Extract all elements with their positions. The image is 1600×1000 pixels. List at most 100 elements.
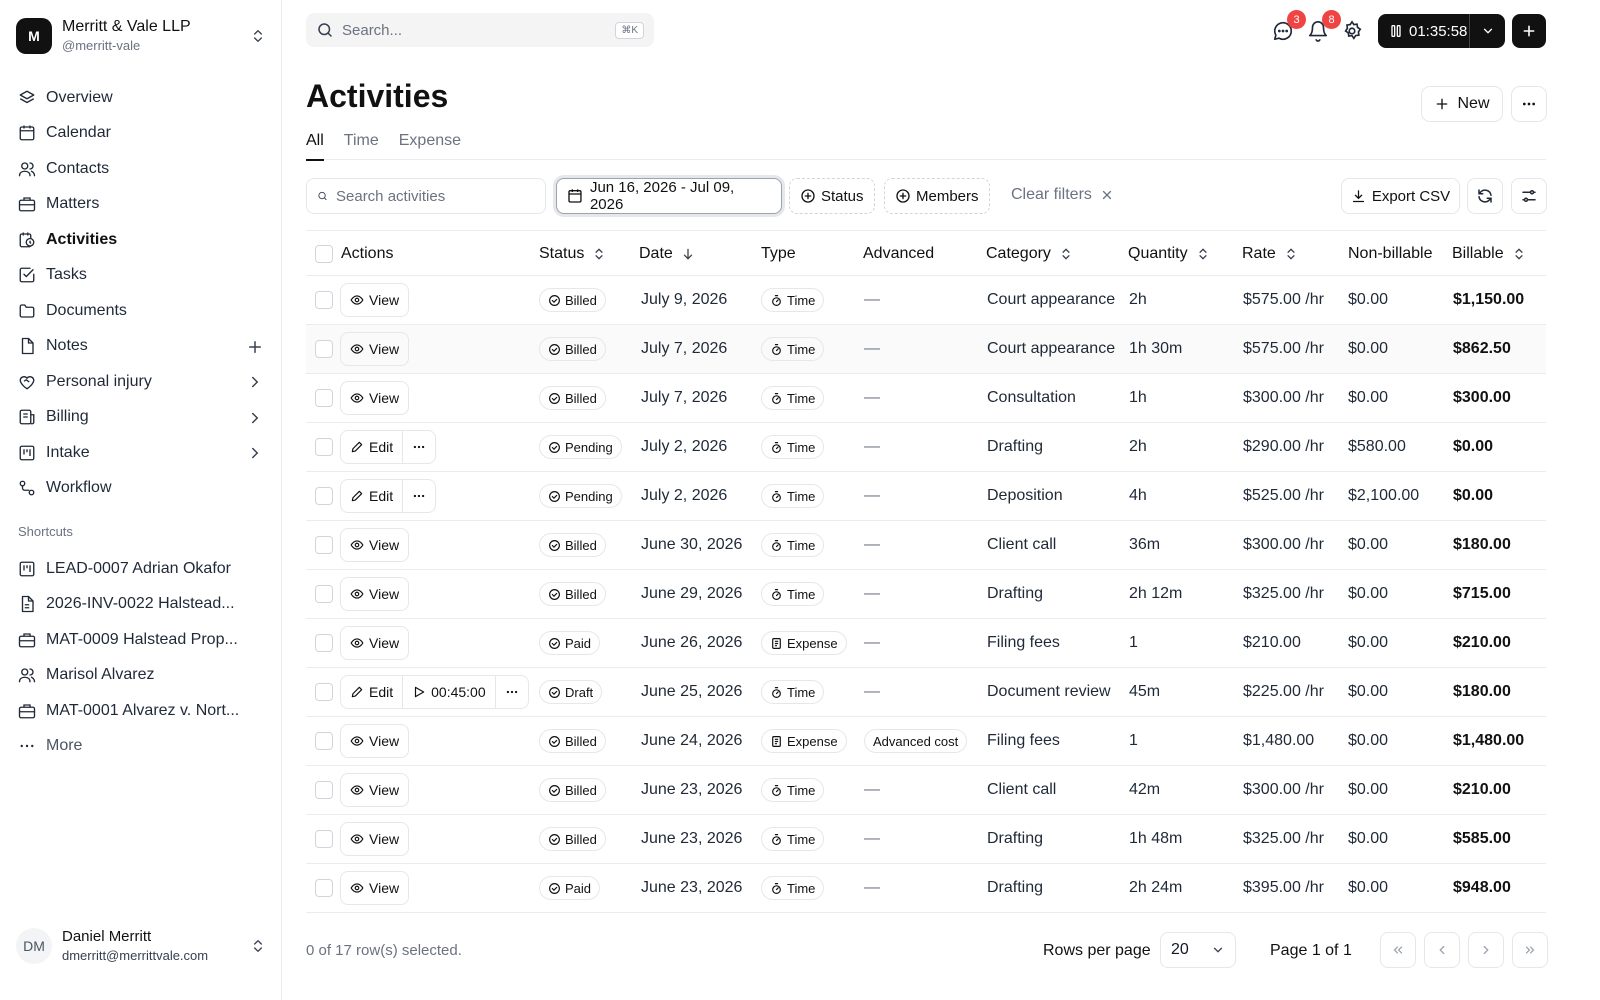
- notifications-button[interactable]: 8: [1307, 10, 1341, 42]
- date-range-filter[interactable]: Jun 16, 2026 - Jul 09, 2026: [556, 178, 782, 214]
- select-all-checkbox[interactable]: [315, 245, 333, 263]
- nav-item-personal-injury[interactable]: Personal injury: [10, 364, 272, 400]
- table-row[interactable]: View Billed June 23, 2026 Time — Drafting 1h 4…: [306, 815, 1546, 864]
- status-filter[interactable]: Status: [789, 178, 875, 214]
- row-checkbox[interactable]: [315, 291, 333, 309]
- activity-search[interactable]: [306, 178, 546, 214]
- nav-item-documents[interactable]: Documents: [10, 293, 272, 329]
- row-checkbox[interactable]: [315, 389, 333, 407]
- next-page-button[interactable]: [1468, 932, 1504, 968]
- plus-icon[interactable]: [246, 338, 264, 356]
- row-checkbox[interactable]: [315, 634, 333, 652]
- view-button[interactable]: View: [341, 381, 408, 415]
- export-csv-button[interactable]: Export CSV: [1341, 178, 1460, 214]
- col-quantity[interactable]: Quantity: [1128, 231, 1210, 277]
- shortcut-invoice[interactable]: 2026-INV-0022 Halstead...: [10, 587, 272, 623]
- table-row[interactable]: View Billed June 30, 2026 Time — Client call 3…: [306, 521, 1546, 570]
- nav-item-billing[interactable]: Billing: [10, 400, 272, 436]
- nav-item-tasks[interactable]: Tasks: [10, 258, 272, 294]
- edit-button[interactable]: Edit: [341, 479, 402, 513]
- row-more-button[interactable]: [494, 675, 528, 709]
- table-row[interactable]: Edit Pending July 2, 2026 Time — Deposition 4h…: [306, 472, 1546, 521]
- user-menu[interactable]: DM Daniel Merritt dmerritt@merrittvale.c…: [16, 922, 266, 970]
- row-checkbox[interactable]: [315, 536, 333, 554]
- timer-menu-button[interactable]: [1470, 14, 1505, 48]
- col-rate[interactable]: Rate: [1242, 231, 1298, 277]
- col-billable[interactable]: Billable: [1452, 231, 1526, 277]
- nav-item-overview[interactable]: Overview: [10, 80, 272, 116]
- table-row[interactable]: View Billed July 7, 2026 Time — Consultation 1…: [306, 374, 1546, 423]
- table-row[interactable]: View Billed June 24, 2026 Expense Advanced c…: [306, 717, 1546, 766]
- row-checkbox[interactable]: [315, 830, 333, 848]
- view-button[interactable]: View: [341, 528, 408, 562]
- row-checkbox[interactable]: [315, 585, 333, 603]
- nav-item-workflow[interactable]: Workflow: [10, 471, 272, 507]
- view-button[interactable]: View: [341, 577, 408, 611]
- clear-filters-button[interactable]: Clear filters: [1011, 186, 1114, 204]
- first-page-button[interactable]: [1380, 932, 1416, 968]
- quick-add-button[interactable]: [1512, 14, 1546, 48]
- nav-item-matters[interactable]: Matters: [10, 187, 272, 223]
- last-page-button[interactable]: [1512, 932, 1548, 968]
- timer-toggle-button[interactable]: 01:35:58: [1378, 14, 1470, 48]
- table-row[interactable]: Edit 00:45:00 Draft June 25, 2026 Time — Docum…: [306, 668, 1546, 717]
- table-row[interactable]: View Paid June 26, 2026 Expense — Filing fees…: [306, 619, 1546, 668]
- col-status[interactable]: Status: [539, 231, 606, 277]
- table-row[interactable]: View Billed July 9, 2026 Time — Court appeara…: [306, 276, 1546, 325]
- table-row[interactable]: View Billed July 7, 2026 Time — Court appeara…: [306, 325, 1546, 374]
- view-button[interactable]: View: [341, 773, 408, 807]
- edit-button[interactable]: Edit: [341, 675, 402, 709]
- tab-expense[interactable]: Expense: [399, 132, 461, 160]
- activity-search-input[interactable]: [336, 187, 535, 205]
- row-more-button[interactable]: [402, 430, 435, 464]
- row-checkbox[interactable]: [315, 683, 333, 701]
- view-button[interactable]: View: [341, 871, 408, 905]
- row-checkbox[interactable]: [315, 781, 333, 799]
- row-checkbox[interactable]: [315, 340, 333, 358]
- table-row[interactable]: View Paid June 23, 2026 Time — Drafting 2h 24m…: [306, 864, 1546, 913]
- nav-item-calendar[interactable]: Calendar: [10, 116, 272, 152]
- row-checkbox[interactable]: [315, 487, 333, 505]
- view-button[interactable]: View: [341, 724, 408, 758]
- members-filter[interactable]: Members: [884, 178, 990, 214]
- table-row[interactable]: View Billed June 23, 2026 Time — Client call 4…: [306, 766, 1546, 815]
- shortcut-matter-alvarez[interactable]: MAT-0001 Alvarez v. Nort...: [10, 693, 272, 729]
- row-more-button[interactable]: [402, 479, 435, 513]
- refresh-button[interactable]: [1467, 178, 1503, 214]
- tab-all[interactable]: All: [306, 132, 324, 161]
- shortcut-contact[interactable]: Marisol Alvarez: [10, 658, 272, 694]
- col-date[interactable]: Date: [639, 231, 695, 277]
- row-checkbox[interactable]: [315, 732, 333, 750]
- nav-item-activities[interactable]: Activities: [10, 222, 272, 258]
- nav-item-notes[interactable]: Notes: [10, 329, 272, 365]
- tab-time[interactable]: Time: [344, 132, 379, 160]
- shortcut-more[interactable]: More: [10, 729, 272, 765]
- messages-button[interactable]: 3: [1272, 10, 1306, 42]
- global-search[interactable]: ⌘K: [306, 13, 654, 47]
- global-search-input[interactable]: [342, 21, 616, 39]
- nav-item-contacts[interactable]: Contacts: [10, 151, 272, 187]
- category-cell: Drafting: [987, 585, 1044, 602]
- table-row[interactable]: Edit Pending July 2, 2026 Time — Drafting 2h $2…: [306, 423, 1546, 472]
- view-button[interactable]: View: [341, 283, 408, 317]
- view-button[interactable]: View: [341, 626, 408, 660]
- page-more-button[interactable]: [1511, 86, 1547, 122]
- view-button[interactable]: View: [341, 332, 408, 366]
- row-checkbox[interactable]: [315, 438, 333, 456]
- new-activity-button[interactable]: New: [1421, 86, 1503, 122]
- col-category[interactable]: Category: [986, 231, 1073, 277]
- rows-per-page-select[interactable]: 20: [1160, 932, 1236, 968]
- resume-timer-button[interactable]: 00:45:00: [402, 675, 495, 709]
- nav-item-intake[interactable]: Intake: [10, 435, 272, 471]
- org-switcher[interactable]: M Merritt & Vale LLP @merritt-vale: [16, 14, 266, 58]
- edit-button[interactable]: Edit: [341, 430, 402, 464]
- view-options-button[interactable]: [1511, 178, 1547, 214]
- table-row[interactable]: View Billed June 29, 2026 Time — Drafting 2h 1…: [306, 570, 1546, 619]
- settings-button[interactable]: [1341, 20, 1363, 42]
- row-checkbox[interactable]: [315, 879, 333, 897]
- col-label: Quantity: [1128, 245, 1188, 262]
- prev-page-button[interactable]: [1424, 932, 1460, 968]
- view-button[interactable]: View: [341, 822, 408, 856]
- shortcut-lead[interactable]: LEAD-0007 Adrian Okafor: [10, 551, 272, 587]
- shortcut-matter-halstead[interactable]: MAT-0009 Halstead Prop...: [10, 622, 272, 658]
